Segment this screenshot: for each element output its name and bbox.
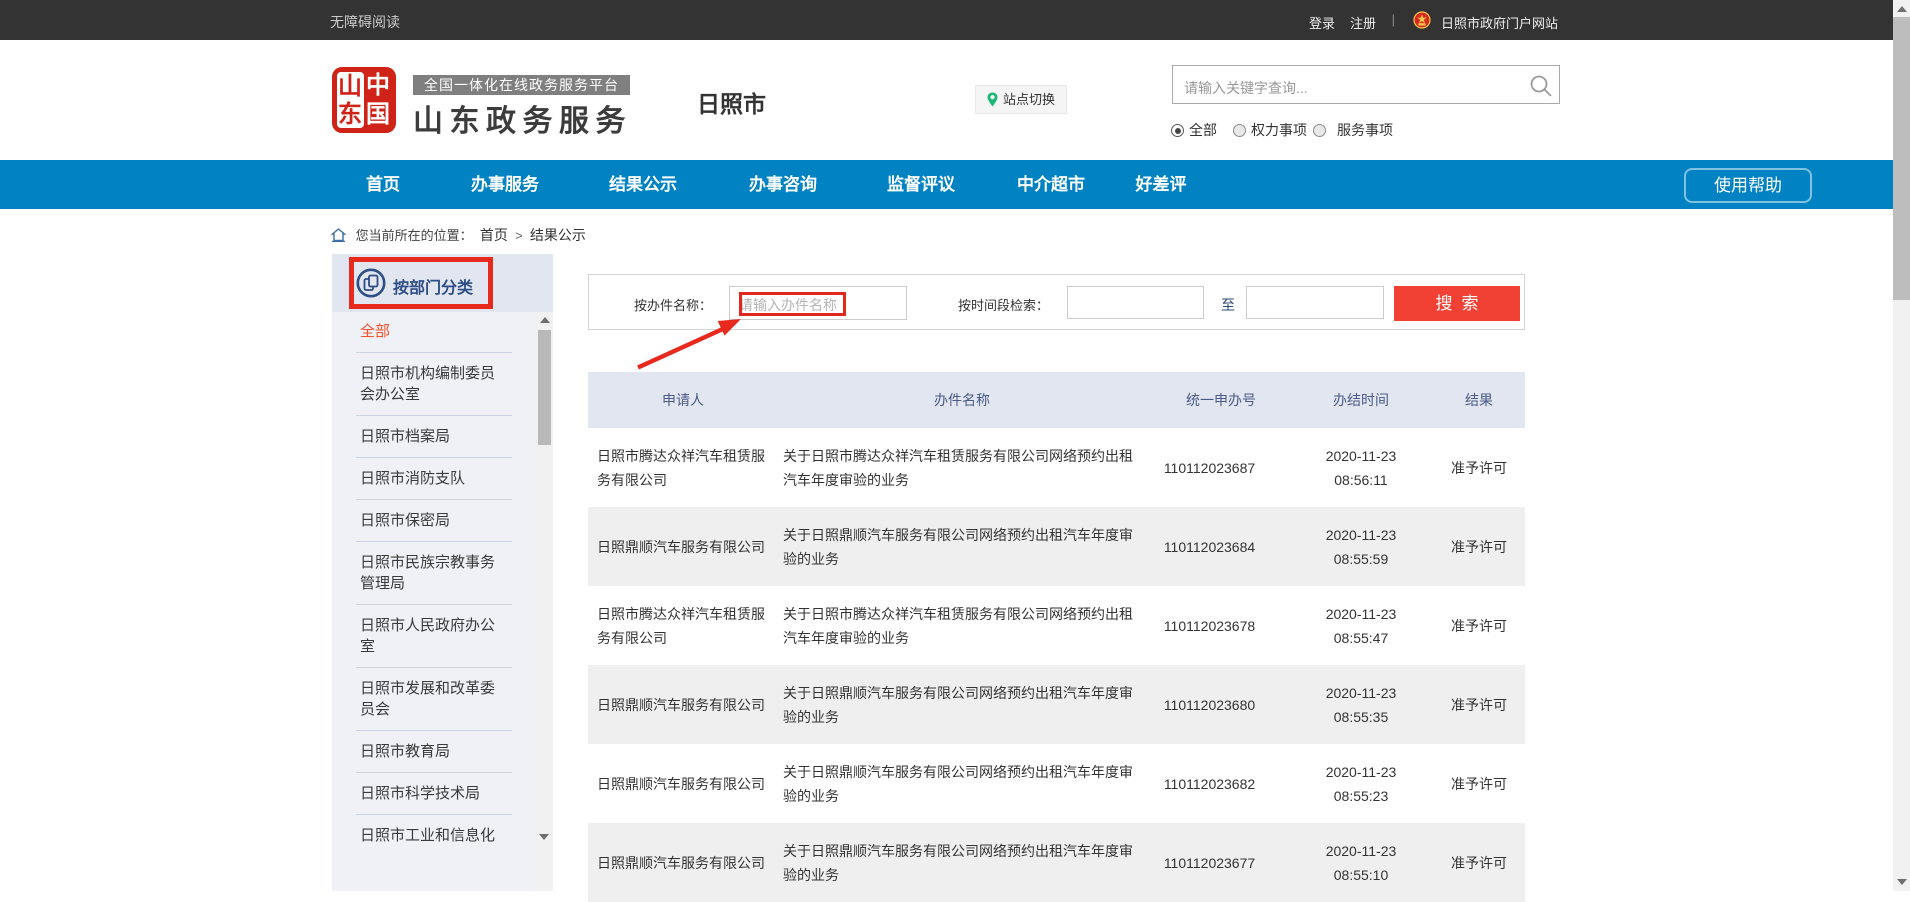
svg-text:中: 中: [366, 72, 390, 99]
svg-text:国: 国: [366, 102, 390, 128]
svg-text:山: 山: [338, 73, 362, 100]
svg-text:东: 东: [338, 100, 362, 128]
